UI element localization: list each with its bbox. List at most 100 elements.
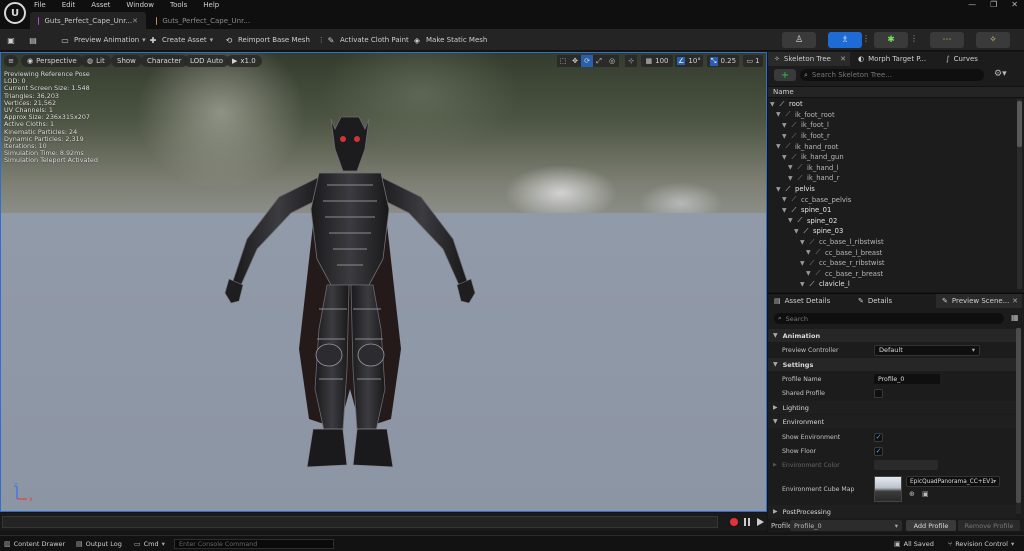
- revision-control-button[interactable]: ⑂ Revision Control ▾: [948, 539, 1014, 549]
- skeleton-bone-row[interactable]: ▼ ⟋ spine_03: [794, 226, 843, 237]
- property-matrix-icon[interactable]: ▦: [1011, 313, 1019, 322]
- surface-snap-icon[interactable]: ⊹: [625, 55, 637, 67]
- scrollbar-thumb[interactable]: [1016, 328, 1021, 503]
- chevron-down-icon[interactable]: ▼: [788, 164, 793, 171]
- chevron-down-icon[interactable]: ▼: [782, 196, 787, 203]
- animation-mode-button[interactable]: ✱: [874, 32, 908, 48]
- close-icon[interactable]: ✕: [1012, 297, 1018, 305]
- section-animation[interactable]: ▼ Animation: [768, 329, 1016, 342]
- show-floor-checkbox[interactable]: ✓: [874, 446, 883, 456]
- skeleton-bone-row[interactable]: ▼ ⟋ cc_base_pelvis: [782, 194, 851, 205]
- skeleton-bone-row[interactable]: ▼ ⟋ ik_hand_root: [776, 141, 838, 152]
- remove-profile-button[interactable]: Remove Profile: [958, 520, 1020, 531]
- rotation-snap-toggle[interactable]: ∠ 10°: [675, 55, 703, 67]
- chevron-down-icon[interactable]: ▼: [788, 175, 793, 182]
- cube-map-dropdown[interactable]: EpicQuadPanorama_CC+EV1 ▾: [906, 476, 1000, 487]
- all-saved-button[interactable]: ▣ All Saved: [894, 539, 934, 549]
- skeleton-mode-button[interactable]: ♙: [782, 32, 816, 48]
- tab-morph-target-preview[interactable]: ◐ Morph Target P...: [852, 52, 938, 66]
- record-icon[interactable]: [729, 517, 739, 527]
- skeleton-bone-row[interactable]: ▼ ⟋ ik_hand_r: [788, 173, 840, 184]
- skeleton-search-input[interactable]: ⌕ Search Skeleton Tree...: [800, 69, 984, 81]
- browse-to-asset-icon[interactable]: ⊕: [909, 490, 915, 498]
- maximize-icon[interactable]: ❐: [990, 0, 997, 11]
- menu-tools[interactable]: Tools: [170, 0, 193, 11]
- unreal-logo-icon[interactable]: U: [4, 2, 26, 24]
- tab-preview-scene-settings[interactable]: ✎ Preview Scene... ✕: [936, 294, 1022, 308]
- skeleton-bone-row[interactable]: ▼ ⟋ cc_base_r_breast: [806, 269, 883, 280]
- skeleton-bone-row[interactable]: ▼ ⟋ spine_01: [782, 205, 831, 216]
- skeleton-bone-row[interactable]: ▼ ⟋ ik_hand_gun: [782, 152, 844, 163]
- perspective-button[interactable]: ◉ Perspective: [21, 55, 83, 67]
- translate-icon[interactable]: ✥: [569, 55, 581, 67]
- close-window-icon[interactable]: ✕: [1011, 0, 1018, 11]
- profile-name-input[interactable]: Profile_0: [874, 374, 940, 384]
- minimize-icon[interactable]: —: [968, 0, 976, 11]
- reimport-base-mesh-button[interactable]: ⟲ Reimport Base Mesh ⋮: [224, 33, 325, 47]
- chevron-down-icon[interactable]: ▼: [776, 111, 781, 118]
- close-icon[interactable]: ✕: [840, 55, 846, 63]
- add-bone-button[interactable]: +: [774, 69, 796, 81]
- skeleton-bone-row[interactable]: ▼ ⟋ spine_02: [788, 216, 837, 227]
- section-environment[interactable]: ▼ Environment: [768, 415, 1016, 428]
- tab-details[interactable]: ✎ Details: [852, 294, 934, 308]
- chevron-down-icon[interactable]: ▼: [806, 249, 811, 256]
- browse-button[interactable]: ▤: [28, 33, 42, 47]
- tab-skeleton-tree[interactable]: ✧ Skeleton Tree ✕: [768, 52, 850, 66]
- activate-cloth-paint-button[interactable]: ✎ Activate Cloth Paint: [326, 33, 409, 47]
- skeleton-bone-row[interactable]: ▼ ⟋ ik_foot_root: [776, 110, 835, 121]
- chevron-down-icon[interactable]: ▼: [788, 217, 793, 224]
- timeline-scrubber[interactable]: [2, 516, 718, 528]
- skeleton-bone-row[interactable]: ▼ ⟋ ik_foot_l: [782, 120, 829, 131]
- armored-character-model[interactable]: [219, 89, 481, 473]
- cube-map-thumbnail[interactable]: [874, 476, 902, 502]
- lod-button[interactable]: LOD Auto: [184, 55, 230, 67]
- grid-snap-toggle[interactable]: ▦ 100: [641, 55, 673, 67]
- menu-edit[interactable]: Edit: [62, 0, 82, 11]
- section-postprocessing[interactable]: ▶ PostProcessing: [768, 505, 1016, 518]
- skeleton-bone-row[interactable]: ▼ ⟋ root: [770, 99, 803, 110]
- physics-mode-button[interactable]: ✧: [976, 32, 1010, 48]
- show-button[interactable]: Show: [111, 55, 142, 67]
- scale-icon[interactable]: ⤢: [593, 55, 605, 67]
- chevron-down-icon[interactable]: ▼: [794, 228, 799, 235]
- details-scrollbar[interactable]: [1016, 328, 1021, 514]
- section-lighting[interactable]: ▶ Lighting: [768, 401, 1016, 414]
- cmd-dropdown[interactable]: ▭ Cmd ▾: [134, 539, 165, 549]
- preview-viewport[interactable]: ≡ ◉ Perspective ◍ Lit Show Character LOD A…: [0, 52, 767, 512]
- skeleton-bone-row[interactable]: ▼ ⟋ cc_base_l_breast: [806, 247, 882, 258]
- chevron-down-icon[interactable]: ▼: [782, 154, 787, 161]
- chevron-down-icon[interactable]: ▼: [800, 239, 805, 246]
- chevron-down-icon[interactable]: ▼: [806, 270, 811, 277]
- rotate-icon[interactable]: ⟳: [581, 55, 593, 67]
- skeleton-bone-row[interactable]: ▼ ⟋ pelvis: [776, 184, 815, 195]
- tab-skeletal-mesh-active[interactable]: Guts_Perfect_Cape_Unr... ✕: [30, 12, 146, 29]
- menu-file[interactable]: File: [34, 0, 52, 11]
- make-static-mesh-button[interactable]: ◈ Make Static Mesh: [412, 33, 487, 47]
- more-options-icon[interactable]: ⋮: [318, 36, 325, 44]
- console-command-input[interactable]: Enter Console Command: [174, 539, 334, 549]
- chevron-down-icon[interactable]: ▼: [782, 207, 787, 214]
- settings-gear-icon[interactable]: ⚙▾: [994, 69, 1007, 79]
- skeleton-tree-scrollbar[interactable]: [1017, 99, 1022, 289]
- chevron-down-icon[interactable]: ▼: [770, 101, 775, 108]
- tab-curves[interactable]: ∫ Curves: [940, 52, 1022, 66]
- tab-skeletal-mesh-secondary[interactable]: Guts_Perfect_Cape_Unr...: [148, 12, 258, 29]
- skeleton-bone-row[interactable]: ▼ ⟋ ik_hand_l: [788, 163, 839, 174]
- chevron-down-icon[interactable]: ▼: [782, 133, 787, 140]
- more-options-icon[interactable]: ⋮: [910, 34, 918, 43]
- chevron-down-icon[interactable]: ▼: [782, 122, 787, 129]
- close-icon[interactable]: ✕: [132, 17, 138, 25]
- chevron-down-icon[interactable]: ▼: [800, 281, 805, 288]
- select-mode-icon[interactable]: ⬚: [557, 55, 569, 67]
- skeleton-bone-row[interactable]: ▼ ⟋ clavicle_l: [800, 279, 850, 289]
- output-log-button[interactable]: ▤ Output Log: [76, 539, 122, 549]
- camera-speed-toggle[interactable]: ▭ 1: [743, 55, 763, 67]
- chevron-down-icon[interactable]: ▼: [776, 186, 781, 193]
- character-button[interactable]: Character: [141, 55, 188, 67]
- mesh-mode-button[interactable]: ♗: [828, 32, 862, 48]
- content-drawer-button[interactable]: ▥ Content Drawer: [4, 539, 65, 549]
- viewport-menu-icon[interactable]: ≡: [4, 55, 18, 67]
- scrollbar-thumb[interactable]: [1017, 101, 1022, 147]
- blueprint-mode-button[interactable]: ⋯: [930, 32, 964, 48]
